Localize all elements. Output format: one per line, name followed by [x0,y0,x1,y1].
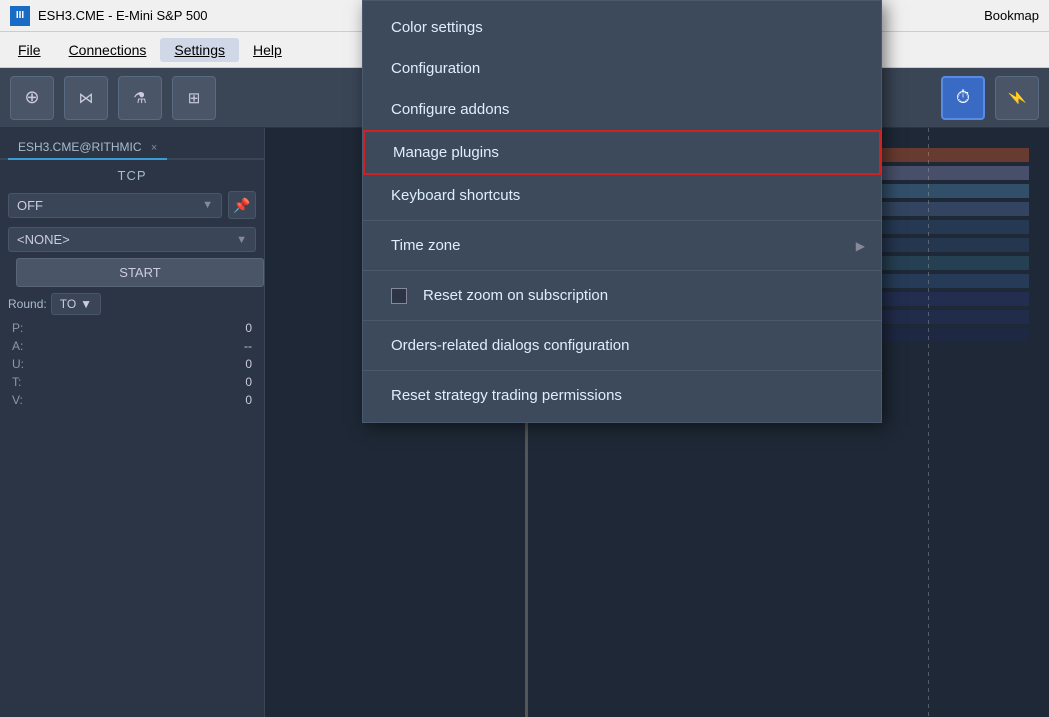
round-select-arrow: ▼ [80,297,92,311]
stat-u-label: U: [12,357,24,371]
stat-v-label: V: [12,393,23,407]
none-row: <NONE> ▼ [0,223,264,256]
configure-addons-item[interactable]: Configure addons [363,89,881,130]
reset-zoom-checkbox[interactable] [391,288,407,304]
submenu-arrow-icon: ▶ [856,239,865,253]
menu-separator-3 [363,320,881,321]
menu-separator-2 [363,270,881,271]
stat-v: V: 0 [0,391,264,409]
none-select-value: <NONE> [17,232,70,247]
tab-bar: ESH3.CME@RITHMIC × [0,128,264,160]
orders-dialogs-item[interactable]: Orders-related dialogs configuration [363,325,881,366]
pin-button[interactable]: 📌 [228,191,256,219]
stat-a-value: -- [212,339,252,353]
round-row: Round: TO ▼ [0,289,264,319]
menu-help[interactable]: Help [239,38,296,62]
stat-u: U: 0 [0,355,264,373]
menu-settings[interactable]: Settings [160,38,239,62]
signal-button[interactable]: ⚡ [995,76,1039,120]
off-select-value: OFF [17,198,43,213]
round-select-value: TO [60,297,76,311]
reset-zoom-item[interactable]: Reset zoom on subscription [363,275,881,316]
timer-button[interactable]: ⏱ [941,76,985,120]
menu-file[interactable]: File [4,38,55,62]
stat-p: P: 0 [0,319,264,337]
off-select-arrow: ▼ [202,199,213,211]
stat-t-label: T: [12,375,21,389]
off-row: OFF ▼ 📌 [0,187,264,223]
stat-u-value: 0 [212,357,252,371]
color-settings-item[interactable]: Color settings [363,7,881,48]
layout-button[interactable]: ⊞ [172,76,216,120]
manage-plugins-item[interactable]: Manage plugins [363,130,881,175]
start-btn-wrap: START [0,256,264,289]
tab-label: ESH3.CME@RITHMIC [18,140,142,154]
app-icon-text: III [16,10,24,21]
off-select[interactable]: OFF ▼ [8,193,222,218]
stat-t-value: 0 [212,375,252,389]
stat-v-value: 0 [212,393,252,407]
bookmap-label: Bookmap [984,8,1039,23]
stat-a: A: -- [0,337,264,355]
instrument-tab[interactable]: ESH3.CME@RITHMIC × [8,136,167,160]
menu-connections[interactable]: Connections [55,38,161,62]
connection-type-label: TCP [0,160,264,187]
tab-close-icon[interactable]: × [151,142,157,154]
flask-button[interactable]: ⚗ [118,76,162,120]
settings-dropdown: Color settings Configuration Configure a… [362,0,882,423]
stat-a-label: A: [12,339,23,353]
menu-separator-4 [363,370,881,371]
time-zone-item[interactable]: Time zone ▶ [363,225,881,266]
left-panel: ESH3.CME@RITHMIC × TCP OFF ▼ 📌 <NONE> ▼ … [0,128,265,717]
keyboard-shortcuts-item[interactable]: Keyboard shortcuts [363,175,881,216]
none-select-arrow: ▼ [236,234,247,246]
reset-strategy-item[interactable]: Reset strategy trading permissions [363,375,881,416]
none-select[interactable]: <NONE> ▼ [8,227,256,252]
stat-p-value: 0 [212,321,252,335]
stat-p-label: P: [12,321,23,335]
configuration-item[interactable]: Configuration [363,48,881,89]
menu-separator-1 [363,220,881,221]
toolbar-right: ⏱ ⚡ [941,76,1039,120]
round-select[interactable]: TO ▼ [51,293,101,315]
stat-t: T: 0 [0,373,264,391]
app-icon: III [10,6,30,26]
crosshair-button[interactable]: ⊕ [10,76,54,120]
share-button[interactable]: ⋈ [64,76,108,120]
round-label: Round: [8,297,47,311]
start-button[interactable]: START [16,258,264,287]
